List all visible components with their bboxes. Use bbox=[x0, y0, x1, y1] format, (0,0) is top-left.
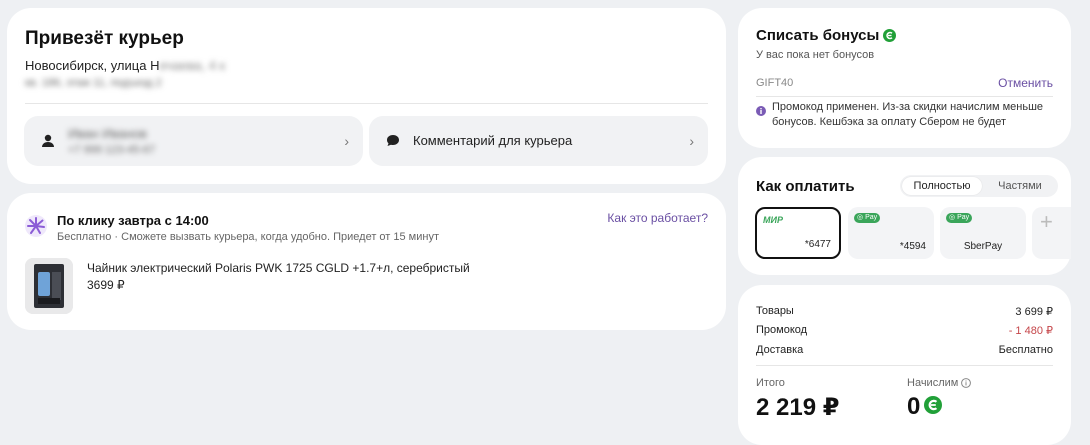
summary-row-goods: Товары 3 699 ₽ bbox=[756, 305, 1053, 318]
promo-label: Промокод bbox=[756, 324, 808, 336]
payment-full-option[interactable]: Полностью bbox=[902, 177, 982, 195]
payment-card-4594[interactable]: ◎ Pay *4594 bbox=[848, 207, 934, 259]
delivery-title: Привезёт курьер bbox=[25, 28, 184, 49]
divider bbox=[25, 103, 708, 104]
payment-mode-toggle: Полностью Частями bbox=[900, 175, 1058, 197]
info-icon bbox=[756, 106, 766, 116]
goods-value: 3 699 ₽ bbox=[1015, 306, 1053, 318]
plus-icon: + bbox=[1040, 209, 1053, 234]
product-image[interactable] bbox=[25, 258, 73, 314]
courier-comment-tile[interactable]: Комментарий для курьера › bbox=[369, 116, 708, 166]
divider bbox=[756, 365, 1053, 366]
address-city-street: Новосибирск, улица Н bbox=[25, 58, 160, 73]
card-number: *6477 bbox=[804, 239, 831, 250]
bonus-coin-icon bbox=[924, 396, 943, 414]
bonus-title: Списать бонусы bbox=[756, 27, 897, 44]
chevron-right-icon: › bbox=[689, 133, 694, 149]
separator-dot: · bbox=[114, 231, 119, 243]
delivery-value: Бесплатно bbox=[998, 344, 1053, 356]
accrue-value-text: 0 bbox=[907, 393, 921, 420]
accrue-label-text: Начислим bbox=[907, 377, 959, 389]
bonus-subtitle: У вас пока нет бонусов bbox=[756, 49, 875, 61]
shipping-title: По клику завтра с 14:00 bbox=[57, 213, 209, 228]
how-it-works-link[interactable]: Как это работает? bbox=[607, 211, 708, 225]
bonus-title-text: Списать бонусы bbox=[756, 27, 880, 44]
accrue-value: 0 bbox=[907, 393, 943, 421]
bonus-card: Списать бонусы У вас пока нет бонусов GI… bbox=[738, 8, 1071, 148]
add-payment-method-button[interactable]: + bbox=[1032, 207, 1071, 259]
promo-code: GIFT40 bbox=[756, 77, 794, 89]
product-price: 3699 ₽ bbox=[87, 278, 125, 292]
payment-card-mir[interactable]: МИР *6477 bbox=[755, 207, 841, 259]
promo-value: - 1 480 ₽ bbox=[1008, 325, 1053, 337]
address-blurred: ечаева, 4 к bbox=[159, 58, 226, 73]
product-name[interactable]: Чайник электрический Polaris PWK 1725 CG… bbox=[87, 261, 470, 275]
delivery-card: Привезёт курьер Новосибирск, улица Нечае… bbox=[7, 8, 726, 184]
badge-text: Pay bbox=[957, 214, 970, 221]
recipient-phone: +7 999 123-45-67 bbox=[68, 144, 156, 156]
delivery-service-logo-icon bbox=[25, 215, 47, 237]
total-value: 2 219 ₽ bbox=[756, 394, 840, 421]
recipient-name: Иван Иванов bbox=[68, 126, 147, 141]
payment-card: Как оплатить Полностью Частями МИР *6477… bbox=[738, 157, 1071, 275]
shipping-price: Бесплатно bbox=[57, 231, 112, 243]
shipping-card: По клику завтра с 14:00 Бесплатно · Смож… bbox=[7, 193, 726, 330]
delivery-label: Доставка bbox=[756, 344, 804, 356]
divider bbox=[756, 96, 1053, 97]
payment-title: Как оплатить bbox=[756, 178, 855, 195]
sber-pay-badge-icon: ◎ Pay bbox=[946, 213, 973, 223]
bonus-coin-icon bbox=[883, 29, 897, 42]
accrue-label: Начислим bbox=[907, 377, 972, 389]
payment-sberpay[interactable]: ◎ Pay SberPay bbox=[940, 207, 1026, 259]
summary-row-delivery: Доставка Бесплатно bbox=[756, 344, 1053, 356]
user-icon bbox=[42, 134, 54, 147]
shipping-subtitle: Бесплатно · Сможете вызвать курьера, ког… bbox=[57, 231, 439, 243]
sberpay-label: SberPay bbox=[963, 241, 1003, 252]
payment-parts-option[interactable]: Частями bbox=[984, 177, 1056, 195]
sber-pay-badge-icon: ◎ Pay bbox=[854, 213, 881, 223]
goods-label: Товары bbox=[756, 305, 794, 317]
mir-logo-icon: МИР bbox=[763, 215, 783, 225]
delivery-address[interactable]: Новосибирск, улица Нечаева, 4 к bbox=[25, 58, 225, 73]
address-details: кв. 186, этаж 11, подъезд 2 bbox=[25, 77, 162, 89]
shipping-description: Сможете вызвать курьера, когда удобно. П… bbox=[121, 231, 439, 243]
cancel-promo-button[interactable]: Отменить bbox=[998, 76, 1053, 90]
chevron-right-icon: › bbox=[344, 133, 349, 149]
summary-row-promo: Промокод - 1 480 ₽ bbox=[756, 324, 1053, 337]
badge-text: Pay bbox=[865, 214, 878, 221]
card-number: *4594 bbox=[899, 241, 926, 252]
order-summary-card: Товары 3 699 ₽ Промокод - 1 480 ₽ Достав… bbox=[738, 285, 1071, 445]
promo-applied-note: Промокод применен. Из-за скидки начислим… bbox=[772, 101, 1044, 128]
info-icon[interactable] bbox=[961, 378, 972, 388]
chat-bubble-icon bbox=[387, 135, 399, 146]
courier-comment-label: Комментарий для курьера bbox=[413, 133, 573, 148]
total-label: Итого bbox=[756, 377, 785, 389]
recipient-tile[interactable]: Иван Иванов +7 999 123-45-67 › bbox=[24, 116, 363, 166]
